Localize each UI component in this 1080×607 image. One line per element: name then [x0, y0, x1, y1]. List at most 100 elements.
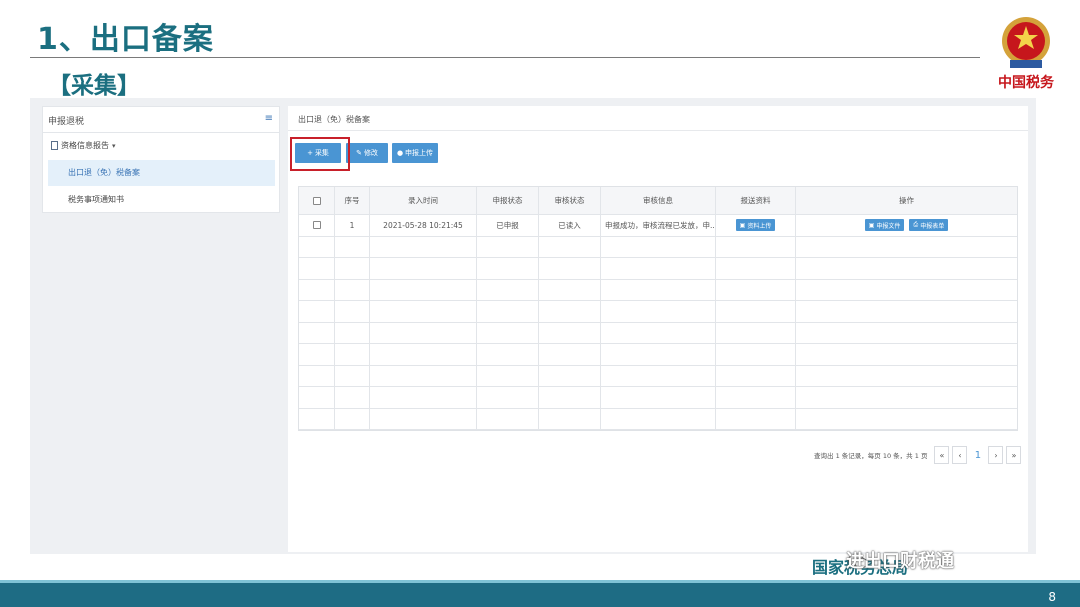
empty-cell: [370, 258, 477, 279]
empty-table-row: [299, 301, 1017, 323]
empty-cell: [716, 365, 796, 386]
empty-cell: [716, 279, 796, 300]
empty-table-row: [299, 365, 1017, 387]
empty-cell: [601, 408, 716, 429]
row-review-status: 已读入: [539, 215, 601, 236]
empty-cell: [601, 322, 716, 343]
empty-cell: [601, 301, 716, 322]
select-all-cell: [299, 187, 335, 214]
page-number: 8: [1048, 590, 1056, 604]
current-page[interactable]: 1: [970, 446, 986, 464]
empty-table-row: [299, 279, 1017, 301]
row-checkbox[interactable]: [312, 221, 321, 230]
empty-cell: [477, 365, 539, 386]
sidebar-group[interactable]: 资格信息报告 ▾: [51, 140, 116, 151]
declare-form-button[interactable]: ⎙ 申报表单: [909, 219, 949, 232]
watermark: 进出口财税通: [846, 551, 954, 572]
empty-cell: [539, 236, 601, 257]
modify-button[interactable]: ✎ 修改: [346, 143, 388, 163]
empty-cell: [477, 236, 539, 257]
table-row[interactable]: 1 2021-05-28 10:21:45 已申报 已读入 申报成功，审核流程已…: [299, 215, 1017, 237]
empty-cell: [335, 258, 370, 279]
upload-button[interactable]: ● 申报上传: [392, 143, 438, 163]
empty-cell: [539, 387, 601, 408]
table-header-row: 序号 录入时间 申报状态 审核状态 审核信息 报送资料 操作: [299, 187, 1017, 215]
column-header: 操作: [899, 196, 914, 205]
empty-cell: [796, 301, 1017, 322]
empty-cell: [370, 408, 477, 429]
empty-cell: [716, 236, 796, 257]
empty-cell: [601, 365, 716, 386]
empty-cell: [335, 408, 370, 429]
declare-file-label: 申报文件: [876, 222, 901, 230]
user-icon: ●: [396, 149, 404, 157]
empty-cell: [716, 322, 796, 343]
row-submit-cell: ▣ 资料上传: [716, 215, 796, 236]
empty-cell: [335, 322, 370, 343]
sidebar-item-export-filing[interactable]: 出口退（免）税备案: [48, 160, 275, 186]
empty-cell: [539, 408, 601, 429]
empty-cell: [796, 323, 1017, 344]
emblem-caption: 中国税务: [998, 75, 1054, 91]
empty-table-row: [299, 408, 1017, 430]
empty-table-row: [299, 258, 1017, 280]
last-page-button[interactable]: »: [1006, 446, 1022, 464]
sidebar-title: 申报退税: [48, 117, 85, 127]
column-header: 审核状态: [539, 187, 601, 214]
empty-cell: [477, 387, 539, 408]
prev-page-button[interactable]: ‹: [952, 446, 968, 464]
empty-table-row: [299, 322, 1017, 344]
upload-materials-label: 资料上传: [747, 222, 772, 230]
empty-cell: [335, 301, 370, 322]
empty-cell: [477, 301, 539, 322]
document-icon: [51, 141, 58, 150]
empty-cell: [370, 365, 477, 386]
empty-cell: [716, 258, 796, 279]
caret-down-icon: ▾: [112, 141, 116, 150]
empty-cell: [796, 344, 1017, 365]
empty-cell: [335, 387, 370, 408]
empty-cell: [539, 365, 601, 386]
file-icon: ▣: [739, 221, 746, 229]
empty-table-row: [299, 387, 1017, 409]
next-page-button[interactable]: ›: [988, 446, 1004, 464]
slide-subtitle: 【采集】: [48, 73, 140, 99]
empty-cell: [796, 387, 1017, 408]
empty-cell: [601, 236, 716, 257]
sidebar-item-tax-notice[interactable]: 税务事项通知书: [48, 187, 275, 213]
empty-cell: [299, 387, 335, 408]
empty-cell: [335, 344, 370, 365]
print-icon: ⎙: [913, 221, 919, 229]
empty-cell: [539, 322, 601, 343]
empty-cell: [335, 236, 370, 257]
upload-button-label: 申报上传: [405, 149, 434, 157]
empty-cell: [796, 409, 1017, 430]
column-header: 申报状态: [477, 187, 539, 214]
empty-cell: [601, 344, 716, 365]
sidebar: 申报退税 ≡ 资格信息报告 ▾ 出口退（免）税备案 税务事项通知书: [42, 106, 280, 213]
empty-cell: [716, 344, 796, 365]
first-page-button[interactable]: «: [934, 446, 950, 464]
declare-form-label: 申报表单: [920, 222, 945, 230]
empty-cell: [716, 408, 796, 429]
empty-cell: [796, 258, 1017, 279]
select-all-checkbox[interactable]: [312, 196, 321, 205]
empty-cell: [335, 279, 370, 300]
tax-emblem-icon: [1002, 17, 1050, 68]
empty-cell: [539, 258, 601, 279]
empty-cell: [370, 236, 477, 257]
column-header: 审核信息: [601, 187, 716, 214]
empty-cell: [601, 387, 716, 408]
declare-file-button[interactable]: ▣ 申报文件: [864, 219, 905, 232]
empty-cell: [796, 280, 1017, 301]
upload-materials-button[interactable]: ▣ 资料上传: [735, 219, 776, 232]
empty-cell: [370, 322, 477, 343]
empty-cell: [477, 279, 539, 300]
empty-cell: [477, 258, 539, 279]
row-declare-status: 已申报: [477, 215, 539, 236]
row-review-info: 申报成功，审核流程已发放，申...: [601, 215, 716, 236]
footer-bar: [0, 583, 1080, 607]
hamburger-menu-icon[interactable]: ≡: [265, 113, 273, 124]
empty-cell: [477, 408, 539, 429]
empty-cell: [299, 365, 335, 386]
